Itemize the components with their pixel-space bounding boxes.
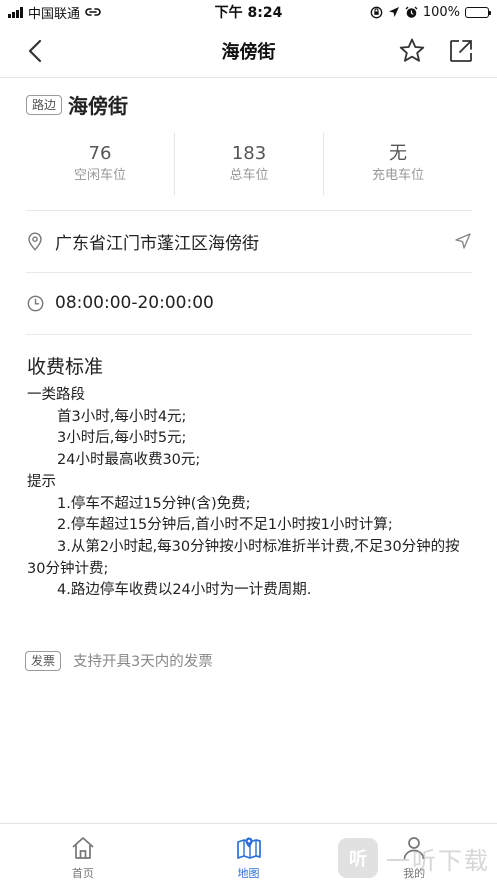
tab-label: 首页 bbox=[71, 867, 94, 880]
fee-line: 首3小时,每小时4元; bbox=[57, 408, 187, 425]
fee-line: 24小时最高收费30元; bbox=[57, 452, 201, 469]
fee-title: 收费标准 bbox=[27, 356, 104, 378]
screen: 中国联通 下午 8:24 100% 海傍街 路边 海傍街 76 空闲车位 183… bbox=[0, 0, 497, 883]
back-button[interactable] bbox=[22, 38, 48, 64]
stat-label: 总车位 bbox=[229, 168, 269, 183]
address-text: 广东省江门市蓬江区海傍街 bbox=[55, 233, 259, 254]
location-pin-icon bbox=[26, 231, 44, 251]
stat-free-spaces: 76 空闲车位 bbox=[26, 133, 175, 195]
tab-map[interactable]: 地图 bbox=[166, 824, 332, 883]
carrier-name: 中国联通 bbox=[28, 6, 81, 22]
fee-line: 1.停车不超过15分钟(含)免费; bbox=[57, 495, 251, 512]
nav-bar: 海傍街 bbox=[0, 24, 497, 78]
rotation-lock-icon bbox=[370, 6, 383, 18]
hours-text: 08:00:00-20:00:00 bbox=[55, 293, 214, 313]
home-icon bbox=[72, 837, 94, 859]
stat-value: 183 bbox=[231, 143, 267, 164]
battery-percent: 100% bbox=[422, 4, 460, 20]
fee-line: 提示 bbox=[27, 473, 56, 490]
watermark-text: 一听下载 bbox=[386, 846, 490, 875]
status-right: 100% bbox=[370, 4, 491, 20]
invoice-tag: 发票 bbox=[25, 650, 62, 671]
fee-line: 3小时后,每小时5元; bbox=[57, 430, 187, 447]
stat-label: 空闲车位 bbox=[73, 168, 126, 183]
stat-value: 76 bbox=[88, 143, 112, 164]
hours-row: 08:00:00-20:00:00 bbox=[26, 292, 472, 314]
invoice-row: 发票 支持开具3天内的发票 bbox=[25, 650, 213, 671]
alarm-icon bbox=[405, 6, 418, 18]
status-bar: 中国联通 下午 8:24 100% bbox=[0, 0, 497, 24]
clock-icon bbox=[26, 294, 44, 312]
fee-line: 4.路边停车收费以24小时为一计费周期. bbox=[57, 582, 312, 599]
divider bbox=[26, 210, 472, 211]
page-title: 海傍街 bbox=[221, 41, 276, 63]
fee-line: 一类路段 bbox=[27, 387, 85, 403]
battery-icon bbox=[465, 6, 491, 18]
stat-total-spaces: 183 总车位 bbox=[175, 133, 324, 195]
roadside-tag: 路边 bbox=[26, 94, 63, 115]
watermark: 听 一听下载 bbox=[338, 838, 490, 878]
navigate-icon[interactable] bbox=[454, 232, 472, 250]
chevron-left-icon bbox=[28, 39, 42, 63]
favorite-star-icon[interactable] bbox=[398, 37, 426, 65]
stat-charging-spaces: 无 充电车位 bbox=[324, 133, 472, 195]
parking-header: 路边 海傍街 bbox=[26, 90, 128, 119]
stat-label: 充电车位 bbox=[371, 168, 424, 183]
parking-name: 海傍街 bbox=[68, 94, 129, 118]
share-icon[interactable] bbox=[448, 38, 474, 64]
link-icon bbox=[85, 8, 101, 16]
divider bbox=[26, 272, 472, 273]
fee-line: 3.从第2小时起,每30分钟按小时标准折半计费,不足30分钟的按30分钟计费; bbox=[27, 538, 460, 577]
fee-line: 2.停车超过15分钟后,首小时不足1小时按1小时计算; bbox=[57, 517, 393, 534]
location-arrow-icon bbox=[388, 7, 399, 17]
tab-label: 地图 bbox=[237, 867, 260, 880]
watermark-logo: 听 bbox=[338, 838, 378, 878]
invoice-text: 支持开具3天内的发票 bbox=[73, 654, 213, 670]
stat-value: 无 bbox=[389, 143, 407, 164]
parking-stats: 76 空闲车位 183 总车位 无 充电车位 bbox=[26, 133, 472, 195]
divider bbox=[26, 334, 472, 335]
signal-icon bbox=[8, 6, 23, 18]
address-row[interactable]: 广东省江门市蓬江区海傍街 bbox=[26, 230, 472, 254]
fee-details: 一类路段 首3小时,每小时4元; 3小时后,每小时5元; 24小时最高收费30元… bbox=[27, 385, 473, 602]
status-left: 中国联通 bbox=[8, 3, 101, 22]
map-icon bbox=[236, 837, 261, 859]
tab-home[interactable]: 首页 bbox=[0, 824, 166, 883]
